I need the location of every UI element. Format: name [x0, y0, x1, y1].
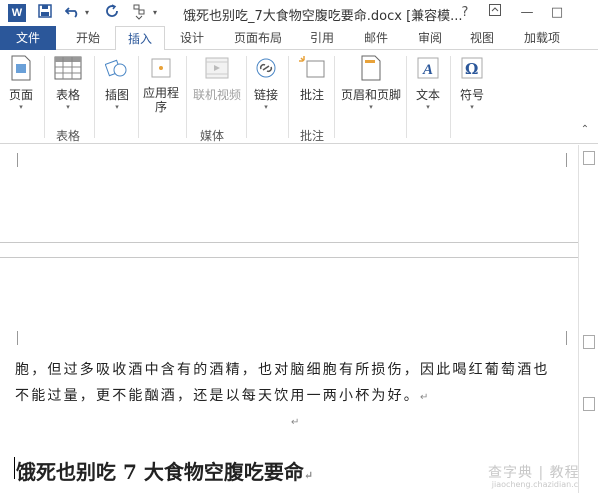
vertical-scrollbar[interactable]	[578, 145, 598, 493]
paragraph-mark: ↵	[291, 417, 300, 428]
help-button[interactable]: ?	[454, 3, 476, 23]
page-break-gap	[0, 242, 598, 258]
comment-label: 批注	[299, 88, 324, 102]
group-separator	[246, 56, 247, 138]
title-bar: W ▾ ▾ 饿死也别吃_7大食物空腹吃要命.docx [兼容模... ? — □	[0, 0, 598, 26]
heading-text: 饿死也别吃 7 大食物空腹吃要命	[16, 460, 304, 484]
undo-dropdown-icon[interactable]: ▾	[82, 4, 92, 22]
paragraph-mark: ↵	[303, 469, 314, 482]
comment-button[interactable]: 批注	[294, 54, 330, 102]
header-footer-label: 页眉和页脚	[340, 88, 401, 102]
pages-dropdown-icon: ▾	[19, 103, 23, 111]
online-video-label: 联机视频	[192, 88, 241, 102]
tab-design[interactable]: 设计	[170, 26, 214, 50]
page-corner-mark	[566, 153, 572, 167]
ribbon-tabs: 文件 开始 插入 设计 页面布局 引用 邮件 审阅 视图 加载项	[0, 26, 598, 51]
svg-text:A: A	[422, 62, 433, 78]
online-video-icon	[203, 54, 231, 82]
ribbon-insert: 页面 ▾ 表格 ▾ 表格 插图 ▾ 应用程 序 联机视频 媒体 链接 ▾ 批注 …	[0, 50, 598, 144]
group-label-tables: 表格	[56, 129, 81, 143]
table-icon	[54, 54, 82, 82]
symbol-label: 符号	[459, 88, 484, 102]
tab-file[interactable]: 文件	[0, 26, 56, 50]
svg-text:Ω: Ω	[465, 60, 478, 78]
tab-page-layout[interactable]: 页面布局	[224, 26, 292, 50]
collapse-ribbon-icon[interactable]: ⌃	[574, 120, 596, 140]
header-footer-icon	[357, 54, 385, 82]
apps-label-line2: 序	[154, 100, 167, 114]
group-separator	[406, 56, 407, 138]
customize-icon[interactable]	[130, 4, 148, 22]
pages-label: 页面	[8, 88, 33, 102]
pages-button[interactable]: 页面 ▾	[4, 54, 38, 112]
text-button[interactable]: A 文本 ▾	[410, 54, 446, 112]
online-video-button[interactable]: 联机视频	[190, 54, 244, 102]
ribbon-display-options-icon[interactable]	[484, 3, 506, 23]
group-separator	[334, 56, 335, 138]
paragraph-mark: ↵	[420, 392, 431, 403]
group-separator	[450, 56, 451, 138]
tab-review[interactable]: 审阅	[408, 26, 452, 50]
symbol-icon: Ω	[458, 54, 486, 82]
table-label: 表格	[55, 88, 80, 102]
document-area[interactable]: 胞，但过多吸收酒中含有的酒精，也对脑细胞有所损伤，因此喝红葡萄酒也 不能过量，更…	[0, 145, 598, 493]
scroll-thumb[interactable]	[583, 397, 595, 411]
tab-mailings[interactable]: 邮件	[354, 26, 398, 50]
table-button[interactable]: 表格 ▾	[50, 54, 86, 112]
illustrations-label: 插图	[104, 88, 129, 102]
apps-button[interactable]: 应用程 序	[140, 54, 182, 114]
link-icon	[252, 54, 280, 82]
apps-label: 应用程	[142, 86, 179, 100]
group-separator	[94, 56, 95, 138]
document-heading: 饿死也别吃 7 大食物空腹吃要命↵	[16, 456, 313, 485]
link-button[interactable]: 链接 ▾	[250, 54, 282, 112]
group-separator	[44, 56, 45, 138]
group-separator	[138, 56, 139, 138]
page-corner-mark	[566, 331, 572, 345]
text-dropdown-icon: ▾	[426, 103, 430, 111]
group-label-comments: 批注	[300, 129, 325, 143]
maximize-button[interactable]: □	[546, 3, 568, 23]
tab-references[interactable]: 引用	[300, 26, 344, 50]
illustrations-icon	[103, 54, 131, 82]
table-dropdown-icon: ▾	[66, 103, 70, 111]
body-text-line2: 不能过量，更不能酗酒，还是以每天饮用一两小杯为好。	[15, 388, 420, 404]
symbol-dropdown-icon: ▾	[470, 103, 474, 111]
save-icon[interactable]	[36, 4, 54, 22]
undo-icon[interactable]	[64, 4, 82, 22]
page-corner-mark	[12, 153, 18, 167]
header-footer-button[interactable]: 页眉和页脚 ▾	[338, 54, 404, 112]
body-text-line: 胞，但过多吸收酒中含有的酒精，也对脑细胞有所损伤，因此喝红葡萄酒也	[15, 362, 550, 378]
illustrations-button[interactable]: 插图 ▾	[100, 54, 134, 112]
tab-addins[interactable]: 加载项	[514, 26, 570, 50]
link-dropdown-icon: ▾	[264, 103, 268, 111]
text-icon: A	[414, 54, 442, 82]
scroll-marker[interactable]	[583, 335, 595, 349]
group-separator	[288, 56, 289, 138]
apps-icon	[147, 54, 175, 82]
body-text-line: 不能过量，更不能酗酒，还是以每天饮用一两小杯为好。↵	[15, 385, 431, 405]
tab-home[interactable]: 开始	[66, 26, 110, 50]
symbol-button[interactable]: Ω 符号 ▾	[454, 54, 490, 112]
text-label: 文本	[415, 88, 440, 102]
tab-view[interactable]: 视图	[460, 26, 504, 50]
group-label-media: 媒体	[200, 129, 225, 143]
minimize-button[interactable]: —	[516, 3, 538, 23]
link-label: 链接	[253, 88, 278, 102]
word-app-icon[interactable]: W	[8, 4, 26, 22]
header-footer-dropdown-icon: ▾	[369, 103, 373, 111]
window-title: 饿死也别吃_7大食物空腹吃要命.docx [兼容模...	[183, 9, 463, 24]
comment-icon	[298, 54, 326, 82]
tab-insert[interactable]: 插入	[115, 26, 165, 51]
customize-dropdown-icon[interactable]: ▾	[150, 4, 160, 22]
redo-icon[interactable]	[104, 4, 122, 22]
illustrations-dropdown-icon: ▾	[115, 103, 119, 111]
pages-icon	[7, 54, 35, 82]
group-separator	[186, 56, 187, 138]
text-cursor	[14, 457, 15, 479]
scroll-marker[interactable]	[583, 151, 595, 165]
page-corner-mark	[12, 331, 18, 345]
